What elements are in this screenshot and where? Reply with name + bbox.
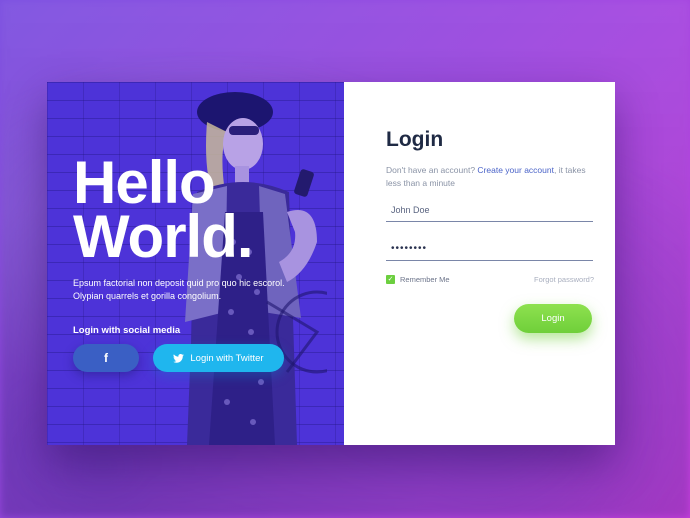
twitter-login-label: Login with Twitter: [190, 352, 264, 364]
password-input[interactable]: ••••••••: [386, 237, 593, 261]
login-button[interactable]: Login: [514, 304, 592, 333]
twitter-icon: [173, 353, 185, 363]
facebook-login-button[interactable]: f: [73, 344, 139, 372]
hero-headline: Hello World.: [73, 149, 254, 270]
username-input[interactable]: John Doe: [386, 198, 593, 222]
hero-headline-line1: Hello: [73, 149, 216, 216]
twitter-login-button[interactable]: Login with Twitter: [153, 344, 284, 372]
hero-headline-line2: World.: [73, 203, 254, 270]
facebook-icon: f: [104, 351, 108, 365]
subtitle-prefix: Don't have an account?: [386, 165, 476, 175]
form-title: Login: [386, 128, 444, 151]
login-card: Hello World. Epsum factorial non deposit…: [47, 82, 615, 445]
remember-me-label: Remember Me: [400, 275, 450, 284]
password-value: ••••••••: [391, 243, 428, 254]
forgot-password-link[interactable]: Forgot password?: [534, 275, 594, 284]
form-subtitle: Don't have an account? Create your accou…: [386, 164, 586, 190]
check-icon: ✓: [386, 275, 395, 284]
remember-me-checkbox[interactable]: ✓ Remember Me: [386, 275, 450, 284]
username-value: John Doe: [391, 204, 430, 215]
create-account-link[interactable]: Create your account: [477, 165, 554, 175]
social-login-label: Login with social media: [73, 325, 181, 336]
hero-tagline: Epsum factorial non deposit quid pro quo…: [73, 278, 285, 301]
hero-panel: Hello World. Epsum factorial non deposit…: [47, 82, 344, 445]
login-form-panel: Login Don't have an account? Create your…: [344, 82, 615, 445]
